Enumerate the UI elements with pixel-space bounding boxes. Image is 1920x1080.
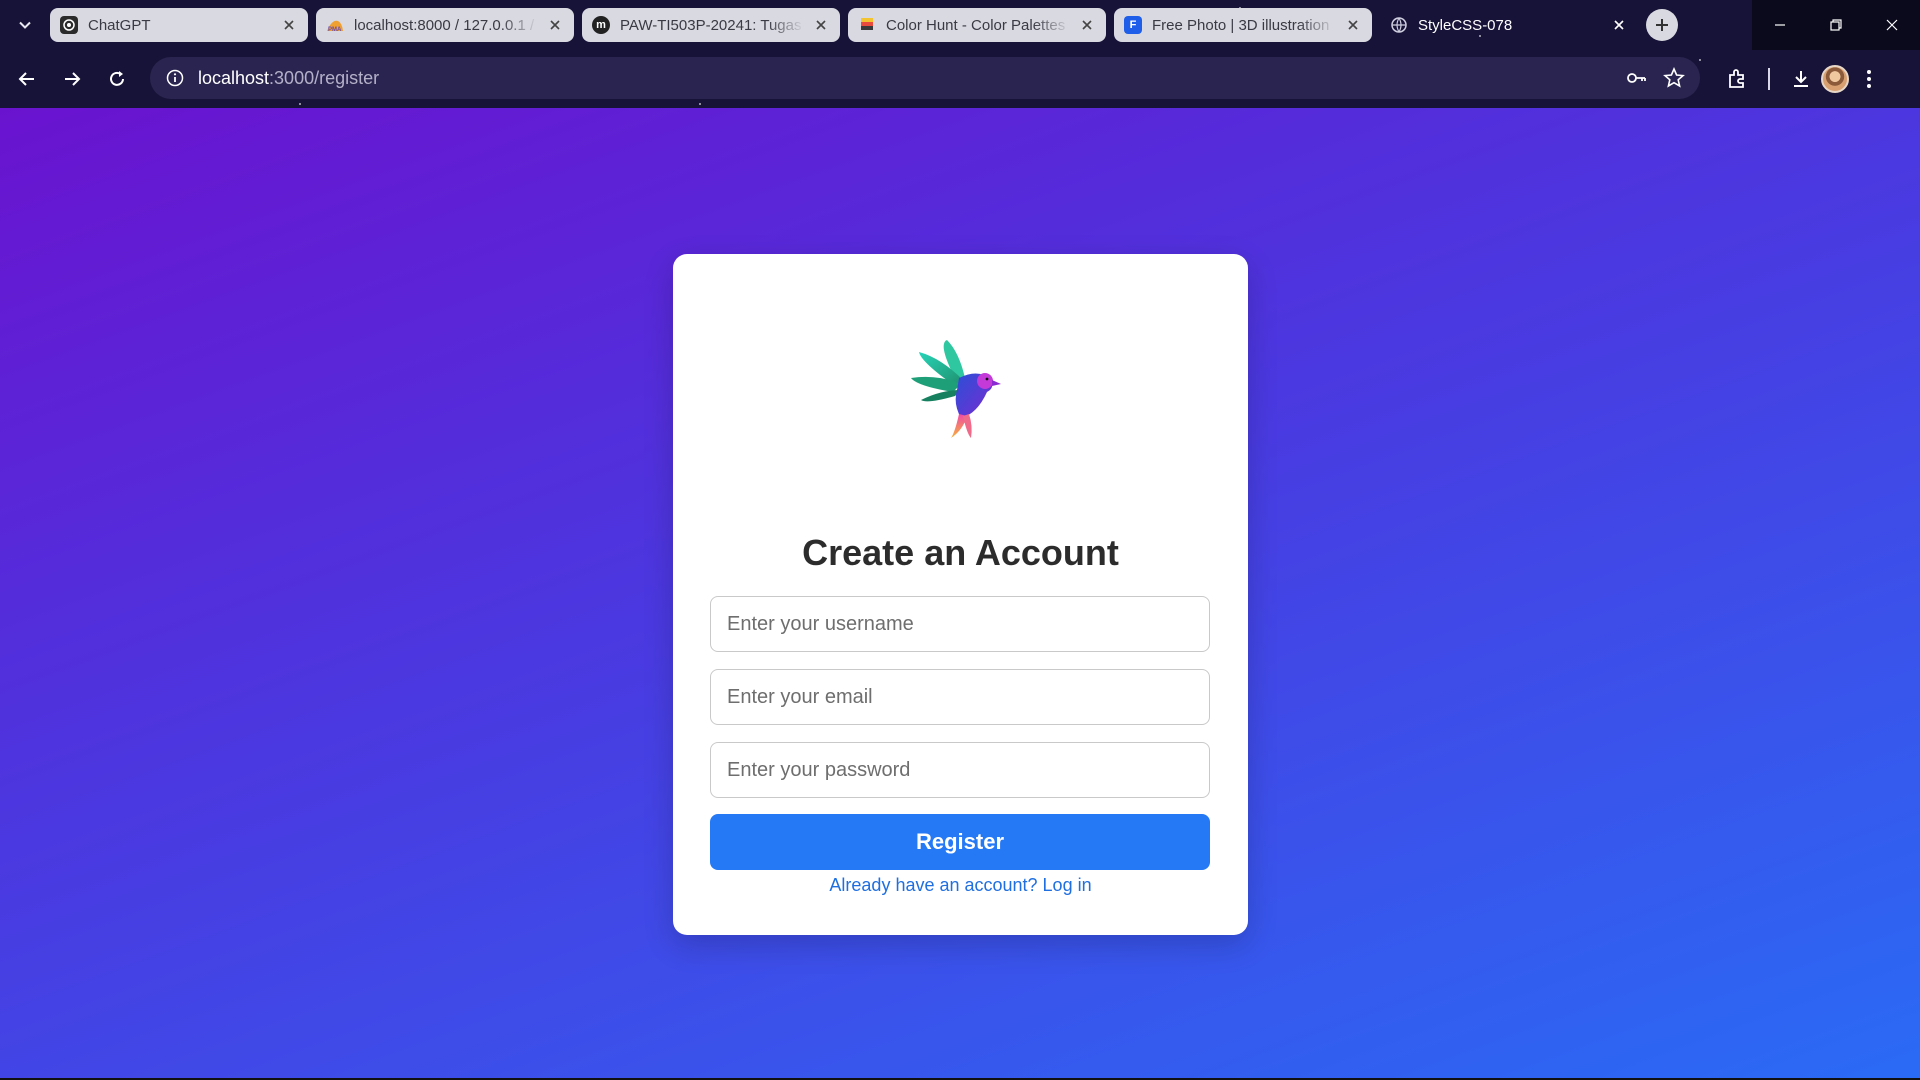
bird-logo-icon xyxy=(911,340,1001,438)
close-icon[interactable] xyxy=(812,16,830,34)
tab-color-hunt[interactable]: Color Hunt - Color Palettes xyxy=(848,8,1106,42)
tab-paw-tugas[interactable]: m PAW-TI503P-20241: Tugas xyxy=(582,8,840,42)
tab-search-button[interactable] xyxy=(10,10,40,40)
address-bar[interactable]: localhost:3000/register xyxy=(150,57,1700,99)
close-icon xyxy=(1886,19,1898,31)
login-link[interactable]: Already have an account? Log in xyxy=(673,875,1248,896)
info-icon[interactable] xyxy=(164,67,186,89)
tab-strip: ChatGPT PMA localhost:8000 / 127.0.0.1 /… xyxy=(0,0,1920,50)
url-text: localhost:3000/register xyxy=(198,68,379,89)
reload-icon xyxy=(110,71,124,86)
download-icon[interactable] xyxy=(1784,62,1818,96)
tab-freepik[interactable]: F Free Photo | 3D illustration xyxy=(1114,8,1372,42)
tab-stylecss[interactable]: StyleCSS-078 xyxy=(1380,8,1638,42)
new-tab-button[interactable] xyxy=(1646,9,1678,41)
close-icon[interactable] xyxy=(280,16,298,34)
forward-button[interactable] xyxy=(57,64,87,94)
close-icon[interactable] xyxy=(1344,16,1362,34)
tab-title: ChatGPT xyxy=(88,16,151,34)
arrow-left-icon xyxy=(18,72,34,86)
phpmyadmin-icon: PMA xyxy=(326,16,344,34)
more-menu-icon[interactable] xyxy=(1852,62,1886,96)
email-input[interactable] xyxy=(710,669,1210,725)
browser-chrome: ChatGPT PMA localhost:8000 / 127.0.0.1 /… xyxy=(0,0,1920,108)
toolbar-actions xyxy=(1720,62,1886,96)
window-controls xyxy=(1752,0,1920,50)
password-key-icon[interactable] xyxy=(1624,66,1648,90)
profile-avatar[interactable] xyxy=(1818,62,1852,96)
avatar xyxy=(1821,65,1849,93)
tab-title: Free Photo | 3D illustration xyxy=(1152,16,1330,34)
close-icon[interactable] xyxy=(1610,16,1628,34)
plus-icon xyxy=(1656,19,1668,31)
register-button[interactable]: Register xyxy=(710,814,1210,870)
register-card: Create an Account Register Already have … xyxy=(673,254,1248,935)
close-icon[interactable] xyxy=(1078,16,1096,34)
globe-icon xyxy=(1390,16,1408,34)
tab-title: StyleCSS-078 xyxy=(1418,16,1513,34)
restore-icon xyxy=(1830,19,1842,31)
restore-button[interactable] xyxy=(1808,0,1864,50)
toolbar-divider xyxy=(1768,68,1770,90)
username-input[interactable] xyxy=(710,596,1210,652)
close-window-button[interactable] xyxy=(1864,0,1920,50)
page-title: Create an Account xyxy=(802,532,1119,573)
tab-title: PAW-TI503P-20241: Tugas xyxy=(620,16,802,34)
arrow-right-icon xyxy=(65,72,81,86)
colorhunt-icon xyxy=(858,16,876,34)
extensions-icon[interactable] xyxy=(1720,62,1754,96)
svg-text:PMA: PMA xyxy=(328,27,342,32)
url-path: :3000/register xyxy=(269,67,380,88)
url-host: localhost xyxy=(198,67,270,88)
reload-button[interactable] xyxy=(102,64,132,94)
minimize-button[interactable] xyxy=(1752,0,1808,50)
password-input[interactable] xyxy=(710,742,1210,798)
tab-phpmyadmin[interactable]: PMA localhost:8000 / 127.0.0.1 / xyxy=(316,8,574,42)
page-viewport: Create an Account Register Already have … xyxy=(0,108,1920,1078)
tab-chatgpt[interactable]: ChatGPT xyxy=(50,8,308,42)
freepik-icon: F xyxy=(1124,16,1142,34)
tab-title: localhost:8000 / 127.0.0.1 / xyxy=(354,16,535,34)
back-button[interactable] xyxy=(12,64,42,94)
close-icon[interactable] xyxy=(546,16,564,34)
m-logo-icon: m xyxy=(592,16,610,34)
tab-title: Color Hunt - Color Palettes xyxy=(886,16,1066,34)
chevron-down-icon xyxy=(19,21,31,29)
bookmark-star-icon[interactable] xyxy=(1662,66,1686,90)
browser-toolbar: localhost:3000/register xyxy=(0,50,1920,108)
chatgpt-icon xyxy=(60,16,78,34)
minimize-icon xyxy=(1775,24,1785,26)
